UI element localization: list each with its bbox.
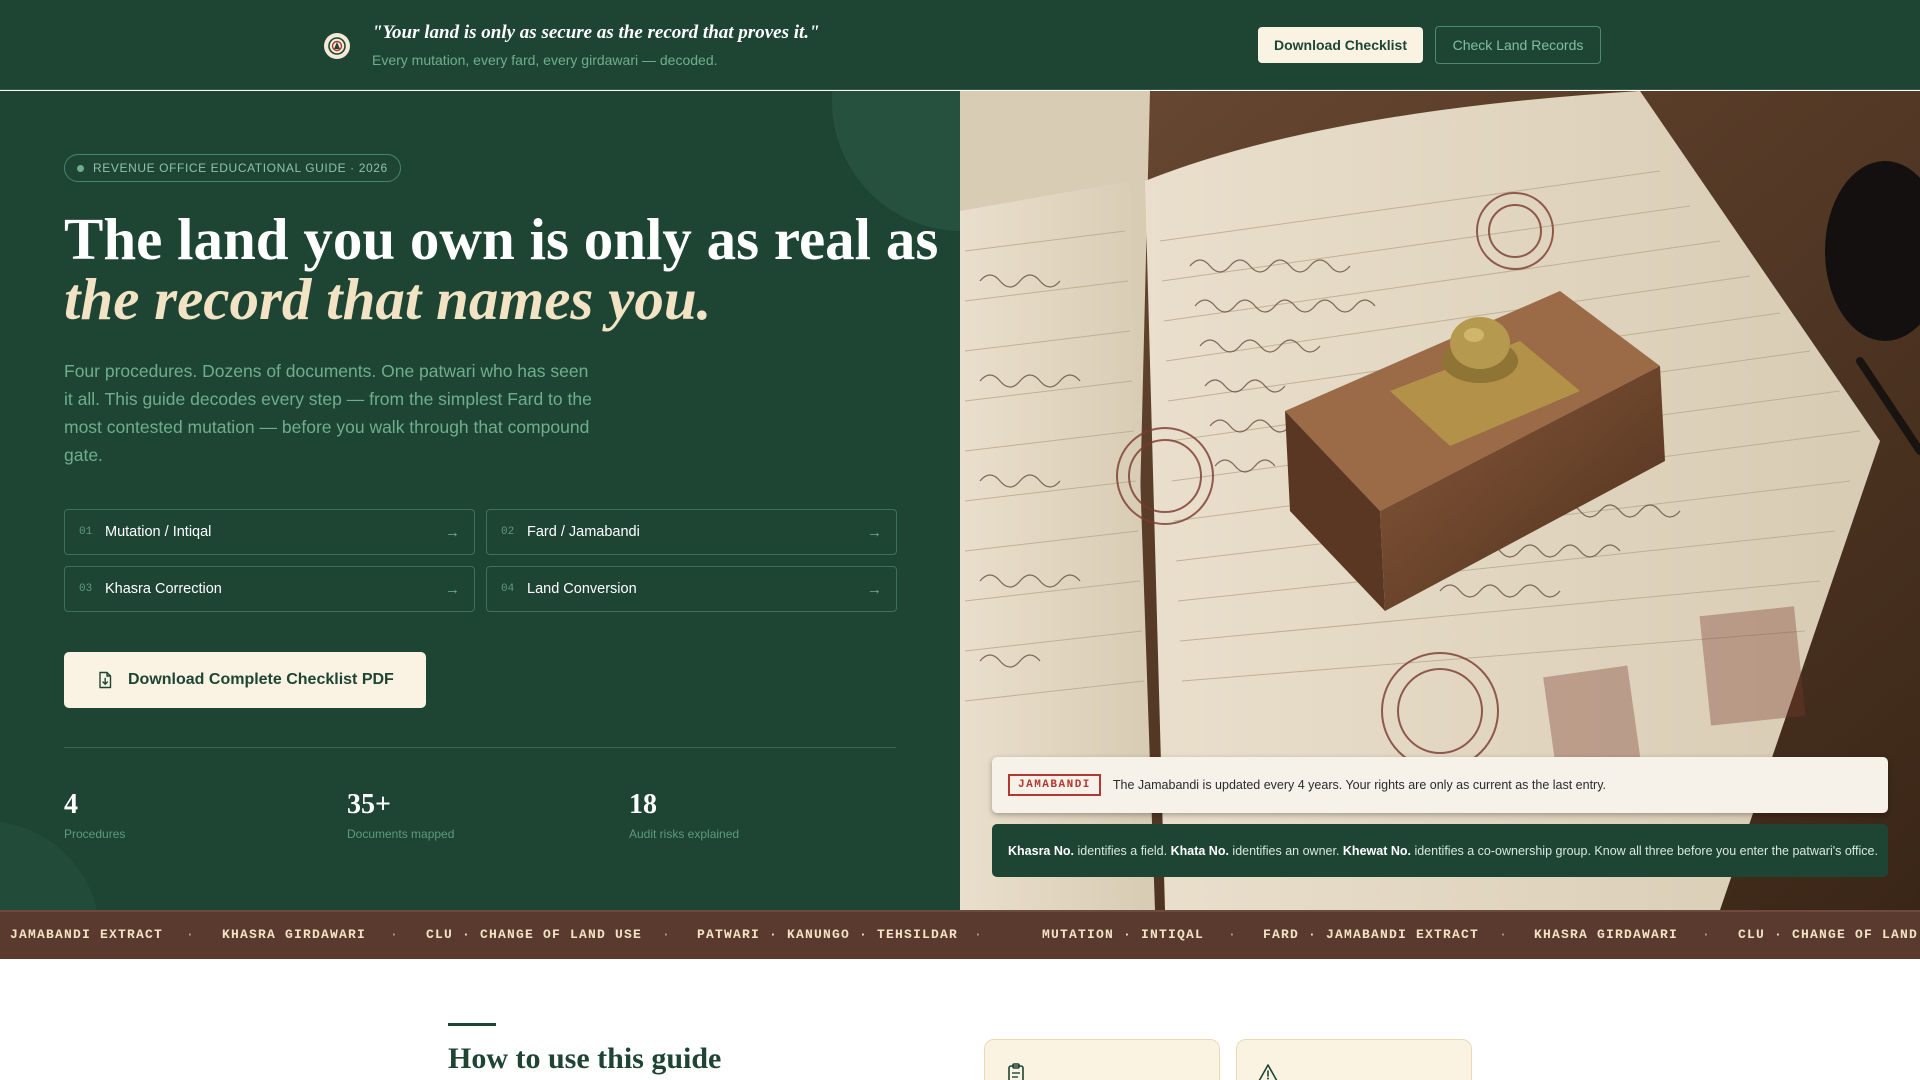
warning-icon — [1258, 1064, 1278, 1080]
download-pdf-label: Download Complete Checklist PDF — [128, 671, 394, 688]
procedure-label: Land Conversion — [527, 581, 637, 597]
procedure-number: 04 — [501, 583, 515, 595]
seal-logo-icon[interactable] — [324, 33, 350, 59]
khasra-definition: identifies a field. — [1074, 843, 1171, 858]
procedure-number: 02 — [501, 526, 515, 538]
divider — [64, 747, 896, 748]
stat-value: 4 — [64, 789, 78, 820]
badge-dot-icon — [77, 165, 84, 172]
khewat-term: Khewat No. — [1342, 843, 1411, 858]
procedure-label: Fard / Jamabandi — [527, 524, 640, 540]
hero-title-emphasis: the record that names you. — [64, 266, 712, 332]
ticker-item: CLU · CHANGE OF LAND U — [1738, 927, 1920, 942]
jamabandi-note-text: The Jamabandi is updated every 4 years. … — [1112, 778, 1607, 792]
ticker-separator: · — [1228, 927, 1238, 942]
procedure-number: 03 — [79, 583, 93, 595]
keyword-ticker: JAMABANDI EXTRACT · KHASRA GIRDAWARI · C… — [0, 910, 1920, 959]
procedure-number: 01 — [79, 526, 93, 538]
stat-label: Audit risks explained — [629, 827, 740, 841]
check-land-records-button[interactable]: Check Land Records — [1435, 26, 1601, 64]
arrow-right-icon: → — [445, 523, 460, 541]
stat-documents: 35+ Documents mapped — [347, 789, 454, 841]
ticker-separator: · — [1702, 927, 1712, 942]
ticker-separator: · — [390, 927, 400, 942]
clipboard-icon — [1008, 1063, 1024, 1080]
arrow-right-icon: → — [445, 580, 460, 598]
ticker-item: FARD · JAMABANDI EXTRACT — [1263, 927, 1480, 942]
ticker-item: MUTATION · INTIQAL — [1042, 927, 1205, 942]
section-title: How to use this guide — [448, 1042, 722, 1075]
stat-value: 18 — [629, 789, 657, 820]
ticker-item: KHASRA GIRDAWARI — [222, 927, 367, 942]
jamabandi-stamp-label: JAMABANDI — [1008, 774, 1101, 796]
hero-description: Four procedures. Dozens of documents. On… — [64, 361, 592, 465]
ticker-separator: · — [974, 927, 984, 942]
jamabandi-note: JAMABANDI The Jamabandi is updated every… — [992, 757, 1888, 813]
guide-card-documents[interactable] — [984, 1039, 1220, 1080]
ticker-item: CLU · CHANGE OF LAND USE — [426, 927, 643, 942]
khewat-definition: identifies a co-ownership group. Know al… — [1410, 843, 1878, 858]
ticker-separator: · — [1499, 927, 1509, 942]
procedure-label: Mutation / Intiqal — [105, 524, 212, 540]
hero-image: JAMABANDI The Jamabandi is updated every… — [960, 91, 1920, 910]
guide-card-warnings[interactable] — [1236, 1039, 1472, 1080]
stat-value: 35+ — [347, 789, 391, 820]
hero-panel: REVENUE OFFICE EDUCATIONAL GUIDE · 2026 … — [0, 91, 960, 910]
ticker-separator: · — [662, 927, 672, 942]
header-subtitle: Every mutation, every fard, every girdaw… — [372, 52, 718, 68]
file-download-icon — [99, 671, 112, 689]
download-checklist-button[interactable]: Download Checklist — [1258, 27, 1423, 63]
arrow-right-icon: → — [867, 523, 882, 541]
procedure-link-fard[interactable]: 02 Fard / Jamabandi → — [486, 509, 897, 555]
procedure-label: Khasra Correction — [105, 581, 222, 597]
ticker-item: KHASRA GIRDAWARI — [1534, 927, 1679, 942]
khata-definition: identifies an owner. — [1228, 843, 1343, 858]
khata-term: Khata No. — [1170, 843, 1229, 858]
ticker-item: JAMABANDI EXTRACT — [10, 927, 164, 942]
arrow-right-icon: → — [867, 580, 882, 598]
hero-title: The land you own is only as real as the … — [64, 209, 944, 329]
stat-audit-risks: 18 Audit risks explained — [629, 789, 739, 841]
stat-procedures: 4 Procedures — [64, 789, 125, 841]
section-accent-rule — [448, 1023, 496, 1026]
hero-title-plain: The land you own is only as real as — [64, 206, 939, 272]
procedure-link-conversion[interactable]: 04 Land Conversion → — [486, 566, 897, 612]
ticker-separator: · — [186, 927, 196, 942]
ticker-item: PATWARI · KANUNGO · TEHSILDAR — [697, 927, 959, 942]
record-numbers-note: Khasra No. identifies a field. Khata No.… — [992, 824, 1888, 877]
header-quote: "Your land is only as secure as the reco… — [372, 22, 820, 43]
stat-label: Procedures — [64, 827, 126, 841]
procedure-link-mutation[interactable]: 01 Mutation / Intiqal → — [64, 509, 475, 555]
stat-label: Documents mapped — [347, 827, 455, 841]
procedure-link-khasra[interactable]: 03 Khasra Correction → — [64, 566, 475, 612]
badge-label: REVENUE OFFICE EDUCATIONAL GUIDE · 2026 — [93, 161, 388, 175]
download-pdf-button[interactable]: Download Complete Checklist PDF — [64, 652, 426, 708]
khasra-term: Khasra No. — [1008, 843, 1074, 858]
guide-badge: REVENUE OFFICE EDUCATIONAL GUIDE · 2026 — [64, 154, 401, 182]
top-bar: "Your land is only as secure as the reco… — [0, 0, 1920, 90]
